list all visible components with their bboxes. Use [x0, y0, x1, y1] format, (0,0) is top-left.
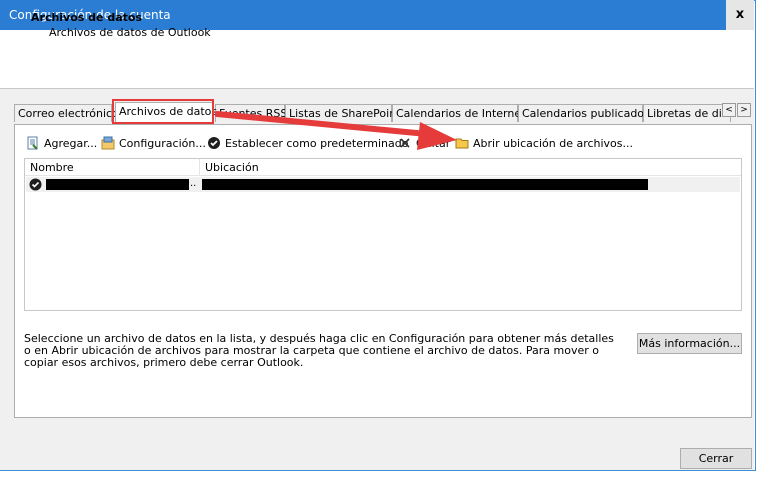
close-window-button[interactable]: x [726, 0, 754, 30]
add-button[interactable]: Agregar... [26, 136, 97, 152]
file-name-redacted [46, 179, 189, 190]
settings-button[interactable]: Configuración... [101, 136, 206, 152]
tab-address-books[interactable]: Libretas de dire [643, 104, 731, 122]
settings-label: Configuración... [119, 137, 206, 150]
header-subtitle: Archivos de datos de Outlook [49, 26, 211, 39]
data-files-list[interactable]: Nombre Ubicación .. [24, 158, 742, 311]
settings-icon [101, 136, 115, 150]
add-file-icon [26, 136, 40, 150]
file-name-ellipsis: .. [190, 178, 197, 189]
tab-highlight-annotation [112, 99, 214, 124]
tab-published-calendars[interactable]: Calendarios publicados [518, 104, 650, 122]
more-info-button[interactable]: Más información... [637, 333, 742, 354]
file-location-redacted [202, 179, 648, 190]
close-button[interactable]: Cerrar [680, 448, 752, 469]
default-file-check-icon [29, 178, 42, 191]
tab-email[interactable]: Correo electrónico [14, 104, 119, 122]
open-file-location-button[interactable]: Abrir ubicación de archivos... [455, 136, 633, 152]
header-title: Archivos de datos [31, 11, 142, 24]
arrow-annotation [215, 111, 457, 150]
table-row[interactable]: .. [26, 177, 740, 192]
open-file-location-label: Abrir ubicación de archivos... [473, 137, 634, 150]
tab-scroll-right-button[interactable]: > [737, 103, 751, 117]
tab-scroll-left-button[interactable]: < [722, 103, 736, 117]
add-label: Agregar... [44, 137, 98, 150]
instructions-text: Seleccione un archivo de datos en la lis… [24, 332, 614, 369]
column-header-name[interactable]: Nombre [25, 159, 200, 176]
column-header-location[interactable]: Ubicación [200, 159, 741, 176]
